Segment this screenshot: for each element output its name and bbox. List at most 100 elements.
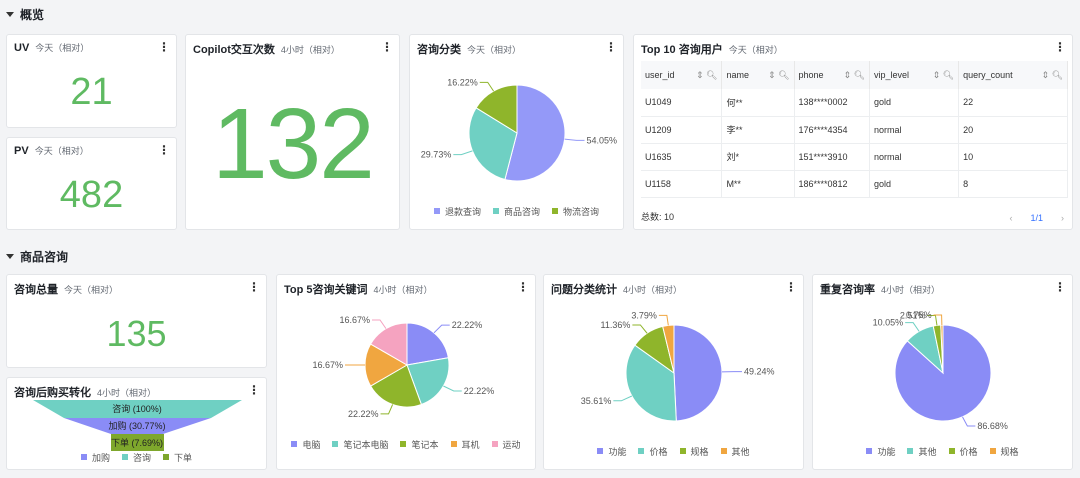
legend-item[interactable]: 商品咨询 (492, 207, 540, 217)
card-title: PV 今天（相对） (14, 144, 89, 157)
table-cell: U1158 (641, 170, 723, 198)
table-row[interactable]: U1209 李** 176****4354 normal 20 (641, 116, 1068, 144)
legend-item[interactable]: 功能 (597, 447, 626, 457)
legend-item[interactable]: 价格 (638, 447, 668, 457)
label-line (433, 324, 450, 334)
legend-item[interactable]: 物流咨询 (552, 207, 599, 217)
more-menu-icon[interactable]: ⋮ (1054, 40, 1066, 54)
label-line (443, 385, 462, 392)
table-row[interactable]: U1049 何** 138****0002 gold 22 (641, 89, 1068, 117)
column-header[interactable]: user_id ⇕ 🔍︎ (641, 61, 723, 89)
table-cell: gold (869, 170, 960, 198)
table-cell: U1209 (641, 116, 723, 144)
legend-swatch (121, 454, 128, 460)
next-page-button[interactable]: › (1061, 213, 1064, 223)
legend-swatch (989, 448, 996, 454)
sort-search-icon[interactable]: ⇕ 🔍︎ (1042, 70, 1063, 81)
table-cell: 22 (958, 89, 1068, 117)
title: UV (14, 42, 30, 54)
legend-label: 规格 (690, 447, 709, 457)
legend-item[interactable]: 其他 (720, 447, 750, 457)
legend-label: 商品咨询 (503, 207, 540, 217)
legend-label: 电脑 (302, 440, 321, 450)
legend: 电脑 笔记本电脑 笔记本 耳机 运动 (277, 438, 535, 453)
more-menu-icon[interactable]: ⋮ (158, 40, 170, 54)
column-header[interactable]: name ⇕ 🔍︎ (721, 61, 795, 89)
legend-item[interactable]: 加购 (80, 453, 110, 463)
legend-item[interactable]: 耳机 (450, 440, 480, 450)
time-range: 今天（相对） (34, 146, 89, 156)
label-line (962, 416, 976, 427)
uv-value: 21 (70, 71, 113, 113)
table-cell: 10 (958, 143, 1068, 171)
section-overview-toggle[interactable]: 概览 (6, 6, 44, 23)
legend-item[interactable]: 运动 (491, 440, 521, 450)
table-cell: gold (869, 89, 960, 117)
legend-item[interactable]: 价格 (948, 447, 978, 457)
table-cell: 李** (721, 116, 795, 144)
legend-item[interactable]: 功能 (866, 447, 895, 457)
table-row[interactable]: U1158 M** 186****0812 gold 8 (641, 170, 1068, 198)
pie-slice[interactable] (673, 324, 723, 422)
column-label: user_id (645, 69, 675, 80)
slice-label: 0.75% (906, 310, 932, 320)
pv-value: 482 (59, 174, 124, 216)
slice-label: 16.22% (447, 77, 478, 87)
legend-item[interactable]: 规格 (679, 447, 709, 457)
legend-swatch (492, 208, 499, 214)
slice-label: 22.22% (348, 409, 379, 419)
table-cell: 何** (721, 89, 795, 117)
slice-label: 22.22% (464, 386, 495, 396)
label-line (613, 395, 633, 402)
more-menu-icon[interactable]: ⋮ (248, 280, 260, 294)
column-header[interactable]: query_count ⇕ 🔍︎ (958, 61, 1068, 89)
legend-label: 笔记本 (411, 440, 439, 450)
legend-swatch (720, 448, 727, 454)
time-range: 今天（相对） (64, 285, 119, 295)
time-range: 4小时（相对） (280, 45, 340, 55)
title: 咨询总量 (14, 284, 58, 296)
sort-search-icon[interactable]: ⇕ 🔍︎ (933, 70, 954, 81)
legend-item[interactable]: 退款查询 (433, 207, 481, 217)
legend-item[interactable]: 笔记本 (400, 440, 439, 450)
legend-swatch (638, 448, 645, 454)
pie-chart: 49.24% 35.61% 11.36%3.79% (581, 310, 775, 422)
legend-label: 规格 (1000, 447, 1019, 457)
section-product-toggle[interactable]: 商品咨询 (6, 248, 68, 265)
legend-label: 运动 (502, 440, 521, 450)
table-row[interactable]: U1635 刘* 151****3910 normal 10 (641, 143, 1068, 171)
legend-item[interactable]: 下单 (163, 453, 192, 463)
label-line (632, 324, 648, 334)
consult-category-card: 咨询分类 今天（相对） ⋮ 54.05% 29.73% 16.22% 退款查询 商品咨询 物流咨… (409, 34, 624, 230)
table-cell: 20 (958, 116, 1068, 144)
sort-search-icon[interactable]: ⇕ 🔍︎ (768, 70, 789, 81)
top5-keywords-card: Top 5咨询关键词 4小时（相对） ⋮ 22.22% 22.22% 22.22% 16.6… (276, 274, 536, 470)
more-menu-icon[interactable]: ⋮ (158, 143, 170, 157)
slice-label: 86.68% (977, 421, 1008, 431)
more-menu-icon[interactable]: ⋮ (381, 40, 393, 54)
uv-card: UV 今天（相对） ⋮ 21 (6, 34, 177, 128)
legend-item[interactable]: 咨询 (121, 453, 151, 463)
legend-swatch (907, 448, 914, 454)
legend-item[interactable]: 规格 (989, 447, 1019, 457)
legend-swatch (291, 441, 298, 447)
sort-search-icon[interactable]: ⇕ 🔍︎ (844, 70, 865, 81)
column-header[interactable]: phone ⇕ 🔍︎ (794, 61, 871, 89)
funnel-label: 加购 (30.77%) (108, 420, 165, 431)
sort-search-icon[interactable]: ⇕ 🔍︎ (696, 70, 717, 81)
legend: 退款查询 商品咨询 物流咨询 (410, 205, 623, 220)
legend-swatch (80, 454, 87, 460)
card-title: Copilot交互次数 4小时（相对） (193, 41, 340, 57)
legend-item[interactable]: 笔记本电脑 (332, 440, 388, 450)
users-table: user_id ⇕ 🔍︎ name ⇕ 🔍︎ phone ⇕ 🔍︎ vip_level ⇕ 🔍… (641, 61, 1068, 198)
page-indicator: 1/1 (1030, 213, 1043, 223)
legend-item[interactable]: 其他 (907, 447, 937, 457)
legend-swatch (433, 208, 440, 214)
legend-item[interactable]: 电脑 (291, 440, 320, 450)
legend-swatch (552, 208, 558, 214)
card-title: Top 10 咨询用户 今天（相对） (641, 41, 783, 57)
prev-page-button[interactable]: ‹ (1009, 213, 1012, 223)
legend-label: 其他 (918, 447, 937, 457)
column-header[interactable]: vip_level ⇕ 🔍︎ (869, 61, 960, 89)
legend-label: 耳机 (461, 440, 480, 450)
